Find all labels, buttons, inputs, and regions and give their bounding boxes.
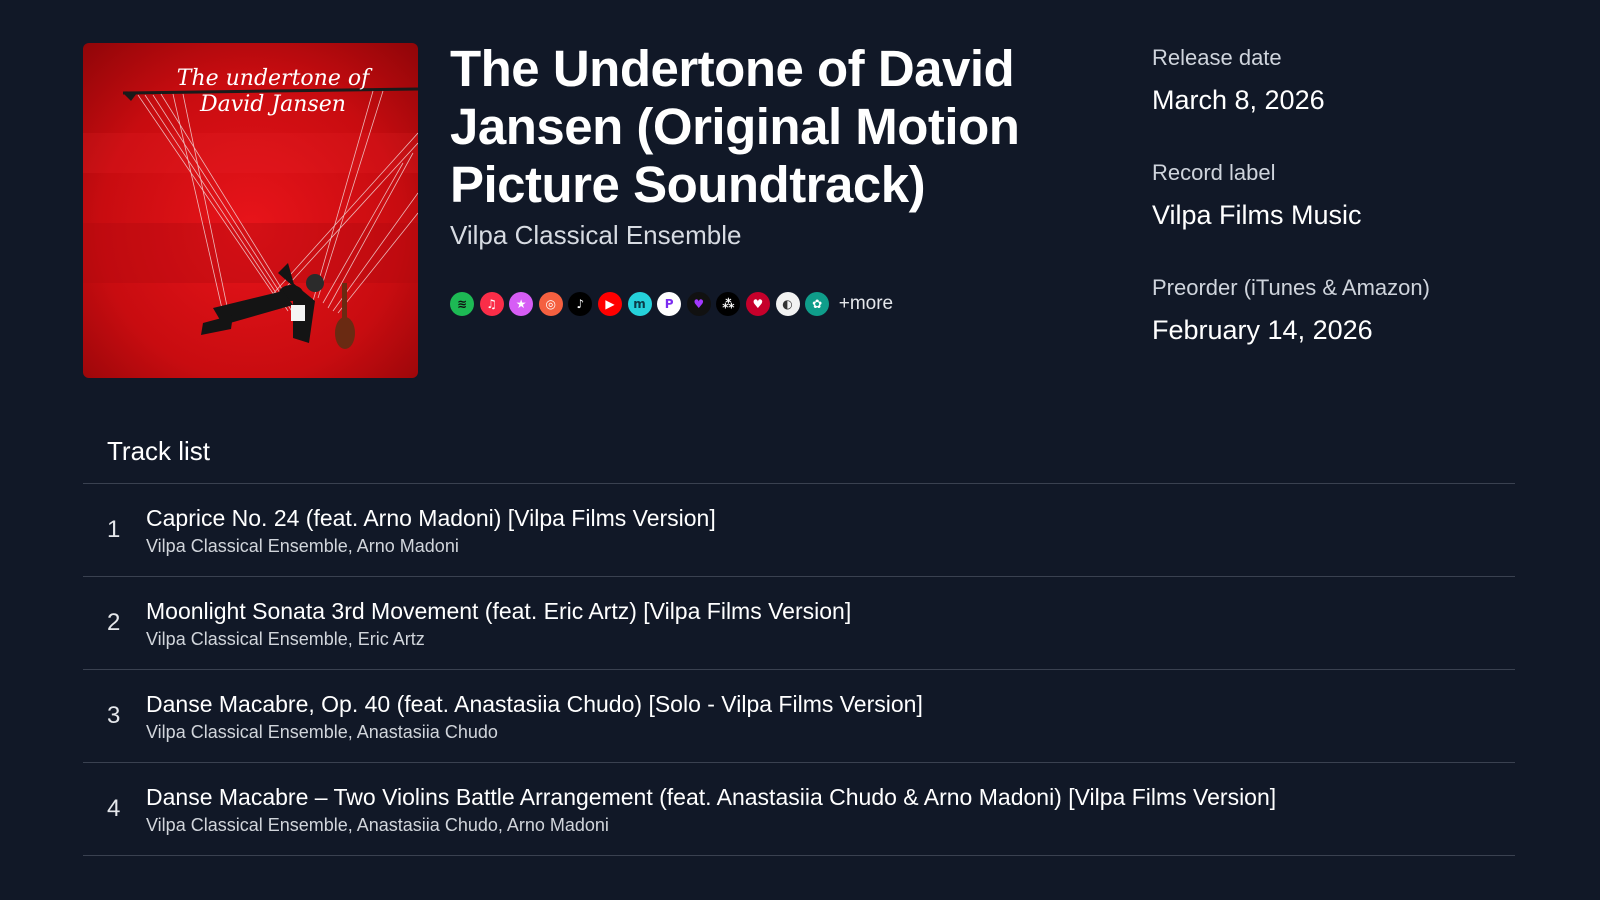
tidal-icon[interactable]: ⁂ [716,292,741,316]
track-number: 4 [107,795,121,822]
track-row[interactable]: 4 Danse Macabre – Two Violins Battle Arr… [83,763,1515,856]
track-artists: Vilpa Classical Ensemble, Eric Artz [146,629,425,649]
track-info: Moonlight Sonata 3rd Movement (feat. Eri… [146,596,851,650]
cover-artwork: The undertone of David Jansen [83,43,418,378]
track-title: Caprice No. 24 (feat. Arno Madoni) [Vilp… [146,505,716,531]
album-header: The Undertone of David Jansen (Original … [450,40,1100,251]
more-platforms-link[interactable]: +more [839,293,893,315]
track-row[interactable]: 3 Danse Macabre, Op. 40 (feat. Anastasii… [83,670,1515,763]
deezer-icon[interactable]: ♥ [686,292,711,316]
track-list-heading: Track list [83,425,1515,484]
track-number: 3 [107,702,121,729]
track-row[interactable]: 2 Moonlight Sonata 3rd Movement (feat. E… [83,577,1515,670]
record-label-block: Record label Vilpa Films Music [1152,155,1552,237]
platform-links: ≋ ♫ ★ ◎ ♪ ▶ m P ♥ ⁂ ♥ ◐ ✿ +more [450,292,893,316]
preorder-value: February 14, 2026 [1152,315,1373,345]
track-artists: Vilpa Classical Ensemble, Anastasiia Chu… [146,722,498,742]
cover-title-line1: The undertone of [177,66,373,91]
apple-music-icon[interactable]: ♫ [479,292,504,316]
youtube-music-icon[interactable]: ▶ [597,292,622,316]
track-info: Caprice No. 24 (feat. Arno Madoni) [Vilp… [146,503,716,557]
album-cover: The undertone of David Jansen [83,43,418,378]
track-title: Danse Macabre, Op. 40 (feat. Anastasiia … [146,691,923,717]
album-artist[interactable]: Vilpa Classical Ensemble [450,220,1100,251]
record-label-label: Record label [1152,160,1276,185]
spotify-icon[interactable]: ≋ [450,292,474,316]
iheartradio-icon[interactable]: ♥ [745,292,770,316]
preorder-block: Preorder (iTunes & Amazon) February 14, … [1152,270,1552,352]
instagram-icon[interactable]: ◎ [538,292,563,316]
track-title: Danse Macabre – Two Violins Battle Arran… [146,784,1277,810]
track-row[interactable]: 1 Caprice No. 24 (feat. Arno Madoni) [Vi… [83,484,1515,577]
record-label-value: Vilpa Films Music [1152,200,1362,230]
anghami-icon[interactable]: ◐ [775,292,800,316]
track-list: Track list 1 Caprice No. 24 (feat. Arno … [83,425,1515,856]
itunes-store-icon[interactable]: ★ [509,292,534,316]
release-date-label: Release date [1152,45,1282,70]
track-number: 2 [107,609,121,636]
preorder-label: Preorder (iTunes & Amazon) [1152,275,1430,300]
track-number: 1 [107,516,121,543]
audiomack-icon[interactable]: ✿ [805,292,830,316]
tiktok-icon[interactable]: ♪ [568,292,593,316]
cover-title-line2: David Jansen [199,92,346,117]
track-title: Moonlight Sonata 3rd Movement (feat. Eri… [146,598,852,624]
release-date-block: Release date March 8, 2026 [1152,40,1552,122]
pandora-icon[interactable]: P [657,292,682,316]
release-date-value: March 8, 2026 [1152,85,1325,115]
album-title: The Undertone of David Jansen (Original … [450,40,1020,213]
release-meta: Release date March 8, 2026 Record label … [1152,40,1552,385]
track-info: Danse Macabre – Two Violins Battle Arran… [146,782,1276,836]
track-artists: Vilpa Classical Ensemble, Anastasiia Chu… [146,815,609,835]
track-info: Danse Macabre, Op. 40 (feat. Anastasiia … [146,689,923,743]
track-artists: Vilpa Classical Ensemble, Arno Madoni [146,536,459,556]
amazon-music-icon[interactable]: m [627,292,652,316]
